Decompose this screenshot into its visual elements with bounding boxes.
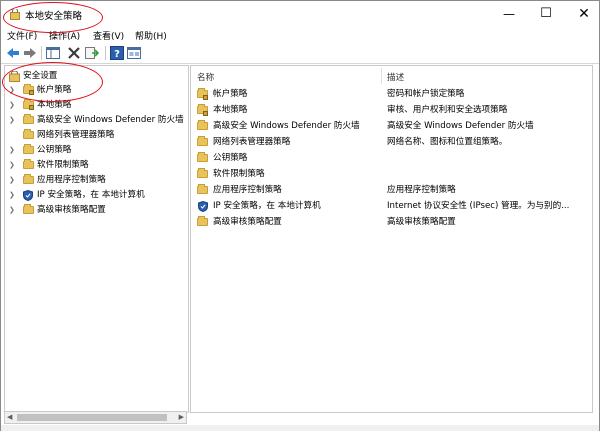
column-divider[interactable] [381, 68, 382, 84]
tree-item-label: 网络列表管理器策略 [37, 130, 115, 140]
delete-icon[interactable] [67, 46, 81, 60]
annotation-circle-security-settings [2, 62, 103, 102]
menu-bar: 文件(F) 操作(A) 查看(V) 帮助(H) [1, 27, 599, 43]
expand-arrow-icon[interactable]: ❯ [9, 159, 17, 172]
menu-help[interactable]: 帮助(H) [135, 29, 167, 42]
folder-icon [197, 152, 208, 162]
tree-item-label: 应用程序控制策略 [37, 175, 106, 185]
list-row-public-key-policies[interactable]: 公钥策略 [195, 150, 590, 166]
forward-arrow-icon[interactable] [23, 46, 37, 60]
scrollbar-thumb[interactable] [17, 414, 167, 421]
back-arrow-icon[interactable] [6, 46, 20, 60]
toolbar-separator [105, 46, 106, 60]
expand-arrow-icon[interactable]: ❯ [9, 144, 17, 157]
list-item-name: 软件限制策略 [213, 169, 265, 179]
tree-item-ip-security[interactable]: ❯ IP 安全策略，在 本地计算机 [9, 189, 187, 202]
tree-item-label: IP 安全策略，在 本地计算机 [37, 190, 145, 200]
list-item-description: 高级安全 Windows Defender 防火墙 [387, 121, 534, 131]
list-row-account-policies[interactable]: 帐户策略 密码和帐户锁定策略 [195, 86, 590, 102]
list-item-description: 密码和帐户锁定策略 [387, 89, 465, 99]
tree-item-label: 软件限制策略 [37, 160, 89, 170]
list-row-network-list-manager[interactable]: 网络列表管理器策略 网络名称、图标和位置组策略。 [195, 134, 590, 150]
list-item-description: 高级审核策略配置 [387, 217, 456, 227]
tree-item-public-key-policies[interactable]: ❯ 公钥策略 [9, 144, 187, 157]
tree-item-app-control[interactable]: ❯ 应用程序控制策略 [9, 174, 187, 187]
lock-folder-icon [197, 88, 208, 100]
list-item-name: IP 安全策略，在 本地计算机 [213, 201, 321, 211]
folder-icon [197, 168, 208, 178]
svg-text:?: ? [114, 49, 120, 60]
navigation-tree: 安全设置 ❯ 帐户策略 ❯ 本地策略 ❯ 高级安全 Windows Defend… [4, 65, 189, 413]
folder-icon [197, 136, 208, 146]
folder-icon [23, 204, 34, 214]
tree-item-advanced-audit[interactable]: ❯ 高级审核策略配置 [9, 204, 187, 217]
show-hide-tree-icon[interactable] [46, 46, 60, 60]
lock-folder-icon [197, 104, 208, 116]
expand-arrow-icon[interactable]: ❯ [9, 204, 17, 217]
expand-arrow-icon[interactable]: ❯ [9, 114, 17, 127]
close-button[interactable]: ✕ [565, 3, 600, 25]
toolbar-separator [41, 46, 42, 60]
list-row-software-restriction[interactable]: 软件限制策略 [195, 166, 590, 182]
list-row-advanced-audit[interactable]: 高级审核策略配置 高级审核策略配置 [195, 214, 590, 230]
scroll-right-icon[interactable]: ▶ [179, 413, 184, 421]
list-row-local-policies[interactable]: 本地策略 审核、用户权利和安全选项策略 [195, 102, 590, 118]
column-header-description[interactable]: 描述 [387, 71, 404, 83]
tree-item-label: 高级安全 Windows Defender 防火墙 [37, 115, 184, 125]
list-item-name: 网络列表管理器策略 [213, 137, 291, 147]
status-bar [1, 425, 599, 431]
folder-icon [197, 120, 208, 130]
ip-security-icon [23, 190, 33, 201]
menu-view[interactable]: 查看(V) [93, 29, 124, 42]
list-item-name: 帐户策略 [213, 89, 248, 99]
expand-arrow-icon[interactable]: ❯ [9, 174, 17, 187]
list-row-ip-security[interactable]: IP 安全策略，在 本地计算机 Internet 协议安全性 (IPsec) 管… [195, 198, 590, 214]
folder-icon [197, 184, 208, 194]
app-window: 本地安全策略 — ☐ ✕ 文件(F) 操作(A) 查看(V) 帮助(H) ? 安… [0, 0, 600, 431]
list-item-name: 应用程序控制策略 [213, 185, 282, 195]
list-item-description: 审核、用户权利和安全选项策略 [387, 105, 508, 115]
list-item-name: 高级安全 Windows Defender 防火墙 [213, 121, 360, 131]
tree-item-label: 公钥策略 [37, 145, 72, 155]
tree-item-defender-firewall[interactable]: ❯ 高级安全 Windows Defender 防火墙 [9, 114, 187, 127]
folder-icon [23, 114, 34, 124]
maximize-button[interactable]: ☐ [527, 3, 565, 25]
list-item-name: 高级审核策略配置 [213, 217, 282, 227]
minimize-button[interactable]: — [490, 3, 528, 25]
folder-icon [23, 159, 34, 169]
folder-icon [23, 144, 34, 154]
help-icon[interactable]: ? [110, 46, 124, 60]
export-list-icon[interactable] [85, 46, 99, 60]
tree-horizontal-scrollbar[interactable]: ◀ ▶ [4, 411, 187, 424]
list-item-description: 应用程序控制策略 [387, 185, 456, 195]
details-list: 名称 描述 帐户策略 密码和帐户锁定策略 本地策略 审核、用户权利和安全选项策略… [190, 65, 593, 413]
tree-item-network-list-manager[interactable]: 网络列表管理器策略 [9, 129, 187, 142]
folder-icon [23, 129, 34, 139]
tree-item-software-restriction[interactable]: ❯ 软件限制策略 [9, 159, 187, 172]
lock-folder-icon [23, 99, 34, 111]
expand-arrow-icon[interactable]: ❯ [9, 189, 17, 202]
list-item-description: 网络名称、图标和位置组策略。 [387, 137, 508, 147]
list-item-name: 公钥策略 [213, 153, 248, 163]
toolbar: ? [1, 43, 599, 64]
column-header-name[interactable]: 名称 [197, 71, 214, 83]
expand-arrow-icon[interactable]: ❯ [9, 99, 17, 112]
list-row-defender-firewall[interactable]: 高级安全 Windows Defender 防火墙 高级安全 Windows D… [195, 118, 590, 134]
scroll-left-icon[interactable]: ◀ [7, 413, 12, 421]
folder-icon [197, 216, 208, 226]
list-item-description: Internet 协议安全性 (IPsec) 管理。为与别的... [387, 201, 570, 211]
ip-security-icon [198, 201, 208, 212]
list-item-name: 本地策略 [213, 105, 248, 115]
tree-item-label: 高级审核策略配置 [37, 205, 106, 215]
annotation-circle-title [3, 2, 103, 33]
list-row-app-control[interactable]: 应用程序控制策略 应用程序控制策略 [195, 182, 590, 198]
properties-icon[interactable] [127, 46, 141, 60]
folder-icon [23, 174, 34, 184]
